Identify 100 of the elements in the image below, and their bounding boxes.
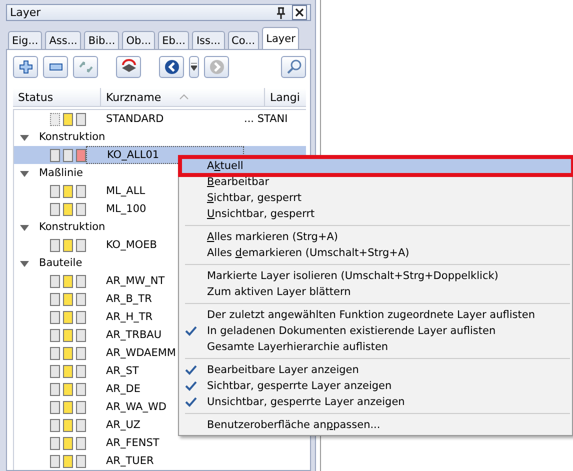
status-swatch[interactable] [76, 346, 86, 360]
status-swatch[interactable] [50, 202, 60, 216]
check-icon [185, 397, 197, 407]
status-swatch[interactable] [63, 454, 73, 468]
status-swatch[interactable] [63, 274, 73, 288]
status-swatch[interactable] [76, 184, 86, 198]
status-swatch[interactable] [76, 310, 86, 324]
status-swatch[interactable] [76, 400, 86, 414]
menu-item[interactable]: Alles demarkieren (Umschalt+Strg+A) [181, 245, 572, 261]
menu-item[interactable]: In geladenen Dokumenten existierende Layer auflisten [181, 323, 572, 339]
status-swatch[interactable] [63, 400, 73, 414]
close-button[interactable] [292, 5, 307, 20]
tab[interactable]: Eb... [158, 31, 190, 49]
group-label[interactable]: Konstruktion [39, 131, 106, 143]
status-swatch[interactable] [50, 184, 60, 198]
menu-item[interactable]: Der zuletzt angewählten Funktion zugeordnete Layer auflisten [181, 307, 572, 323]
status-swatch[interactable] [76, 328, 86, 342]
status-swatch[interactable] [50, 454, 60, 468]
menu-item[interactable]: Bearbeitbare Layer anzeigen [181, 362, 572, 378]
status-swatch[interactable] [50, 238, 60, 252]
expand-toggle-icon[interactable] [20, 168, 29, 178]
plus-icon [18, 60, 32, 74]
forward-button[interactable] [204, 56, 229, 78]
status-swatch[interactable] [50, 274, 60, 288]
column-header[interactable]: Kurzname [101, 88, 265, 106]
layer-row[interactable]: AR_TUER [14, 452, 306, 470]
tab[interactable]: Layer [262, 27, 300, 49]
menu-item[interactable]: Aktuell [181, 158, 572, 174]
remove-layer-button[interactable] [43, 56, 68, 78]
menu-item[interactable]: Unsichtbar, gesperrte Layer anzeigen [181, 394, 572, 410]
status-swatch[interactable] [63, 292, 73, 306]
column-header[interactable]: Status [13, 88, 101, 106]
menu-item[interactable]: Alles markieren (Strg+A) [181, 229, 572, 245]
status-swatch[interactable] [63, 328, 73, 342]
tab[interactable]: Ass... [45, 31, 82, 49]
menu-item[interactable]: Zum aktiven Layer blättern [181, 284, 572, 300]
status-swatch[interactable] [63, 436, 73, 450]
status-swatch[interactable] [63, 418, 73, 432]
status-swatch[interactable] [50, 310, 60, 324]
column-header[interactable]: Langi [265, 88, 306, 106]
status-swatch[interactable] [50, 148, 60, 162]
status-swatch[interactable] [76, 274, 86, 288]
status-swatch[interactable] [63, 346, 73, 360]
status-swatch[interactable] [76, 418, 86, 432]
close-icon [295, 8, 304, 17]
layer-row[interactable]: AR_FENST [14, 434, 306, 452]
status-swatch[interactable] [63, 310, 73, 324]
status-swatch[interactable] [50, 418, 60, 432]
menu-item[interactable]: Sichtbar, gesperrte Layer anzeigen [181, 378, 572, 394]
status-swatch[interactable] [63, 382, 73, 396]
swap-arrows-icon [78, 60, 94, 74]
tab[interactable]: Co... [228, 31, 260, 49]
tab[interactable]: Eig... [8, 31, 42, 49]
status-swatch[interactable] [63, 148, 73, 162]
search-icon [286, 59, 302, 75]
status-swatch[interactable] [50, 400, 60, 414]
menu-item[interactable]: Bearbeitbar [181, 174, 572, 190]
menu-item[interactable]: Benutzeroberfläche anppassen... [181, 417, 572, 433]
menu-item[interactable]: Unsichtbar, gesperrt [181, 206, 572, 222]
history-dropdown-button[interactable] [189, 56, 199, 78]
pin-icon[interactable] [276, 6, 286, 18]
group-label[interactable]: Bauteile [39, 257, 82, 269]
tab[interactable]: Ob... [122, 31, 156, 49]
layer-row[interactable]: STANDARD ... STANI [14, 110, 306, 128]
status-swatch[interactable] [76, 148, 86, 162]
expand-toggle-icon[interactable] [20, 222, 29, 232]
status-swatch[interactable] [63, 364, 73, 378]
menu-item[interactable]: Sichtbar, gesperrt [181, 190, 572, 206]
status-swatch[interactable] [76, 436, 86, 450]
status-swatch[interactable] [63, 112, 73, 126]
search-button[interactable] [281, 56, 306, 78]
group-label[interactable]: Maßlinie [39, 167, 83, 179]
layers-refresh-button[interactable] [116, 56, 141, 78]
group-label[interactable]: Konstruktion [39, 221, 106, 233]
status-swatch[interactable] [50, 112, 60, 126]
status-swatch[interactable] [63, 202, 73, 216]
expand-toggle-icon[interactable] [20, 132, 29, 142]
back-button[interactable] [159, 56, 184, 78]
status-swatch[interactable] [76, 454, 86, 468]
status-swatch[interactable] [50, 364, 60, 378]
status-swatch[interactable] [76, 112, 86, 126]
tab[interactable]: Bib... [84, 31, 120, 49]
tab[interactable]: Iss... [192, 31, 225, 49]
status-swatch[interactable] [76, 364, 86, 378]
status-swatch[interactable] [50, 328, 60, 342]
expand-toggle-icon[interactable] [20, 258, 29, 268]
status-swatch[interactable] [50, 346, 60, 360]
status-swatch[interactable] [50, 436, 60, 450]
status-swatch[interactable] [76, 382, 86, 396]
status-swatch[interactable] [63, 184, 73, 198]
status-swatch[interactable] [76, 238, 86, 252]
status-swatch[interactable] [63, 238, 73, 252]
status-swatch[interactable] [76, 202, 86, 216]
add-layer-button[interactable] [13, 56, 38, 78]
menu-item[interactable]: Gesamte Layerhierarchie auflisten [181, 339, 572, 355]
menu-item[interactable]: Markierte Layer isolieren (Umschalt+Strg+Doppelklick) [181, 268, 572, 284]
status-swatch[interactable] [76, 292, 86, 306]
swap-button[interactable] [73, 56, 98, 78]
status-swatch[interactable] [50, 292, 60, 306]
status-swatch[interactable] [50, 382, 60, 396]
